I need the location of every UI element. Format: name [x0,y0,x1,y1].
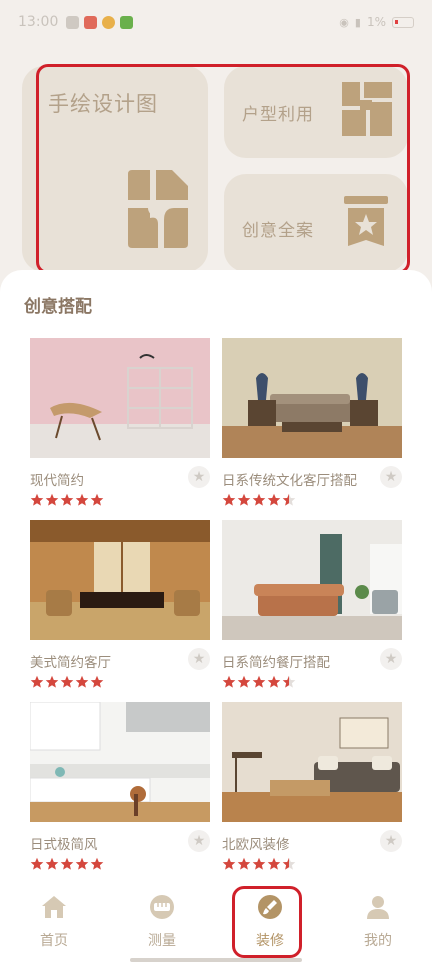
rating-star-icon [282,493,296,506]
rating-star-icon [267,493,281,506]
paint-brush-icon [258,895,282,919]
design-name: 北欧风装修 [222,837,290,853]
rating-star-icon [30,493,44,506]
rating-star-icon [222,675,236,688]
design-name: 日系传统文化客厅搭配 [222,473,357,489]
taobao-icon [84,15,98,29]
design-card[interactable]: 现代简约 ★ [30,338,210,514]
design-photo [222,702,402,822]
status-time: 13:00 [18,14,59,30]
design-grid: 现代简约 ★ 日系传统文化客厅搭配 ★ 美式简约客厅 ★ 日系简约餐厅搭配 ★ … [0,270,432,890]
battery-icon [392,16,414,28]
design-photo [30,338,210,458]
design-photo [222,520,402,640]
home-icon [42,896,66,918]
design-photo [30,702,210,822]
rating-star-icon [75,493,89,506]
weibo-icon [102,15,116,29]
design-card[interactable]: 日系简约餐厅搭配 ★ [222,520,402,696]
nav-mine-label: 我的 [364,933,392,949]
star-rating [30,857,104,871]
app-icon [120,15,134,29]
favorite-star-icon[interactable]: ★ [380,466,402,488]
favorite-star-icon[interactable]: ★ [380,648,402,670]
notification-icon [66,15,80,29]
rating-star-icon [90,675,104,688]
hand-drawn-design-card[interactable]: 手绘设计图 [22,66,208,272]
full-case-label: 创意全案 [242,221,314,241]
rating-star-icon [267,675,281,688]
star-rating [222,857,296,871]
status-indicators: ◉ ▮ 1% [339,15,414,29]
nav-decorate[interactable]: 装修 [240,894,300,950]
favorite-star-icon[interactable]: ★ [188,648,210,670]
rating-star-icon [252,675,266,688]
rating-star-icon [60,493,74,506]
ruler-icon [150,895,174,919]
design-photo [30,520,210,640]
rating-star-icon [252,493,266,506]
rating-star-icon [45,493,59,506]
star-rating [222,493,296,507]
bottom-navigation: 首页 测量 装修 我的 [0,890,432,964]
nav-mine[interactable]: 我的 [348,894,408,950]
favorite-star-icon[interactable]: ★ [188,466,210,488]
network-text: 1% [366,15,386,29]
design-name: 现代简约 [30,473,84,489]
rating-star-icon [237,857,251,870]
nav-home[interactable]: 首页 [24,894,84,950]
nav-measure-label: 测量 [148,933,176,949]
rating-star-icon [222,493,236,506]
hero-section: 手绘设计图 户型利用 创意全案 [0,66,432,276]
floor-plan-card[interactable]: 户型利用 [224,66,408,158]
rating-star-icon [267,857,281,870]
nav-measure[interactable]: 测量 [132,894,192,950]
signal-icon: ▮ [354,15,361,29]
favorite-star-icon[interactable]: ★ [188,830,210,852]
rating-star-icon [222,857,236,870]
rating-star-icon [90,493,104,506]
nav-decorate-label: 装修 [256,933,284,949]
design-photo [222,338,402,458]
nav-home-label: 首页 [40,933,68,949]
favorite-star-icon[interactable]: ★ [380,830,402,852]
rating-star-icon [252,857,266,870]
floor-plan-label: 户型利用 [242,105,314,125]
design-card[interactable]: 北欧风装修 ★ [222,702,402,878]
hand-drawn-design-label: 手绘设计图 [48,92,158,116]
rating-star-icon [30,857,44,870]
rating-star-icon [282,675,296,688]
design-name: 日系简约餐厅搭配 [222,655,330,671]
rating-star-icon [282,857,296,870]
blueprint-icon [128,170,188,248]
status-bar: 13:00 ◉ ▮ 1% [0,0,432,44]
rating-star-icon [60,857,74,870]
rating-star-icon [30,675,44,688]
design-card[interactable]: 日系传统文化客厅搭配 ★ [222,338,402,514]
rating-star-icon [90,857,104,870]
design-card[interactable]: 美式简约客厅 ★ [30,520,210,696]
rating-star-icon [75,857,89,870]
star-rating [222,675,296,689]
rating-star-icon [45,675,59,688]
rating-star-icon [75,675,89,688]
star-rating [30,675,104,689]
rating-star-icon [237,493,251,506]
floor-plan-icon [342,82,392,136]
design-name: 美式简约客厅 [30,655,111,671]
badge-icon [344,196,388,246]
rating-star-icon [237,675,251,688]
rating-star-icon [60,675,74,688]
user-icon [367,896,389,919]
full-case-card[interactable]: 创意全案 [224,174,408,272]
rating-star-icon [45,857,59,870]
design-card[interactable]: 日式极简风 ★ [30,702,210,878]
home-indicator [130,958,302,962]
wifi-icon: ◉ [339,15,349,29]
creative-matching-panel: 创意搭配 现代简约 ★ 日系传统文化客厅搭配 ★ 美式简约客厅 ★ 日系简约餐厅… [0,270,432,890]
star-rating [30,493,104,507]
design-name: 日式极简风 [30,837,98,853]
